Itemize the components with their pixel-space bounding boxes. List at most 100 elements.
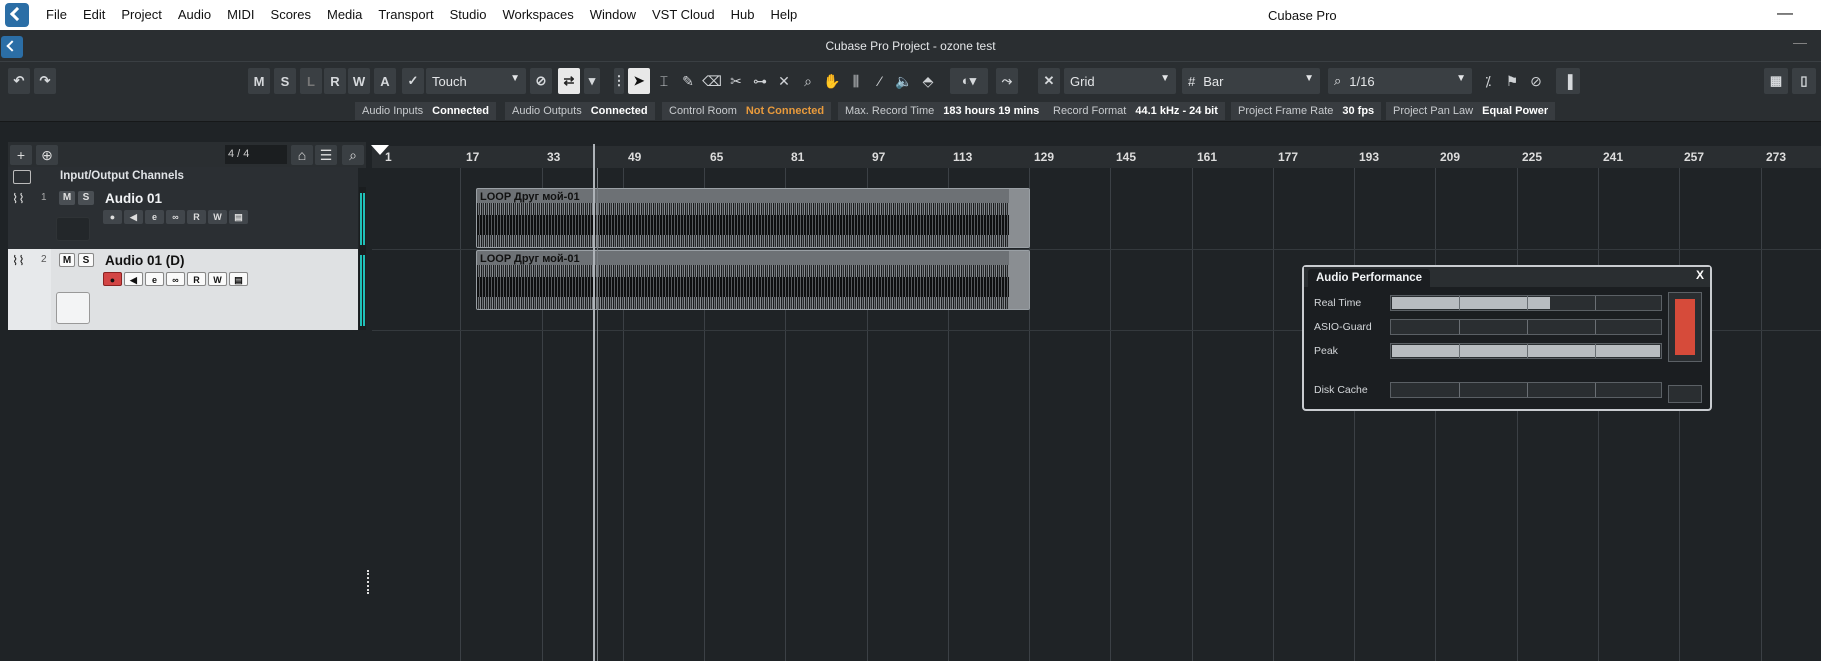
quantize-reset-icon[interactable]: ⊘ xyxy=(1526,71,1546,91)
menu-studio[interactable]: Studio xyxy=(442,7,495,22)
undo-icon[interactable]: ↶ xyxy=(8,68,30,94)
record-enable-button[interactable]: ● xyxy=(103,272,122,286)
automation-a-button[interactable]: A xyxy=(374,68,396,94)
lock-icon[interactable]: ∞ xyxy=(166,272,185,286)
suspend-icon[interactable]: ⊘ xyxy=(530,68,552,94)
erase-icon[interactable]: ⌫ xyxy=(702,71,722,91)
menu-project[interactable]: Project xyxy=(113,7,169,22)
snap-icon[interactable]: ✕ xyxy=(1038,68,1060,94)
project-arranger[interactable]: LOOP Друг мой-01 LOOP Друг мой-01 xyxy=(372,144,1821,661)
chevron-down-icon[interactable]: ▾ xyxy=(584,68,600,94)
lock-icon[interactable]: ∞ xyxy=(166,210,185,224)
mute-tool-icon[interactable]: ✕ xyxy=(774,71,794,91)
visibility-icon[interactable]: ⌂ xyxy=(291,145,313,165)
menu-edit[interactable]: Edit xyxy=(75,7,113,22)
edit-icon[interactable]: e xyxy=(145,210,164,224)
track-row[interactable]: ⌇⌇ 2 M S Audio 01 (D) ● ◀ e ∞ R W ▤ xyxy=(8,249,358,330)
menu-workspaces[interactable]: Workspaces xyxy=(494,7,581,22)
project-minimize-icon[interactable]: — xyxy=(1793,34,1807,50)
status-audio-inputs[interactable]: Audio Inputs Connected xyxy=(355,102,496,120)
read-button[interactable]: R xyxy=(187,210,206,224)
snap-type-select[interactable]: Grid ▼ xyxy=(1064,68,1176,94)
track-image[interactable] xyxy=(56,217,90,241)
disk-overload-indicator[interactable] xyxy=(1668,385,1702,403)
lanes-icon[interactable]: ▤ xyxy=(229,210,248,224)
track-name[interactable]: Audio 01 (D) xyxy=(105,253,185,268)
add-track-preset-icon[interactable]: ⊕ xyxy=(36,145,58,165)
track-row[interactable]: ⌇⌇ 1 M S Audio 01 ● ◀ e ∞ R W ▤ xyxy=(8,187,358,249)
minimize-icon[interactable]: — xyxy=(1777,5,1793,23)
splitter-handle[interactable] xyxy=(367,570,369,594)
menu-hub[interactable]: Hub xyxy=(723,7,763,22)
solo-button[interactable]: S xyxy=(78,191,94,205)
draw-icon[interactable]: ✎ xyxy=(678,71,698,91)
solo-all-button[interactable]: S xyxy=(274,68,296,94)
write-automation-button[interactable]: W xyxy=(348,68,370,94)
track-list-menu-icon[interactable]: ☰ xyxy=(315,145,337,165)
monitor-icon[interactable]: ◀ xyxy=(124,210,143,224)
automation-mode-select[interactable]: Touch ▼ xyxy=(426,68,526,94)
menu-audio[interactable]: Audio xyxy=(170,7,219,22)
menu-help[interactable]: Help xyxy=(763,7,806,22)
write-button[interactable]: W xyxy=(208,272,227,286)
audio-clip[interactable]: LOOP Друг мой-01 xyxy=(476,250,1030,310)
status-frame-rate[interactable]: Project Frame Rate 30 fps xyxy=(1231,102,1382,120)
hand-icon[interactable]: ✋ xyxy=(822,71,842,91)
lanes-icon[interactable]: ▤ xyxy=(229,272,248,286)
overload-indicator[interactable] xyxy=(1668,292,1702,362)
quantize-apply-icon[interactable]: ⚑ xyxy=(1502,71,1522,91)
status-record-format[interactable]: Record Format 44.1 kHz - 24 bit xyxy=(1046,102,1225,120)
mute-all-button[interactable]: M xyxy=(248,68,270,94)
quantize-select[interactable]: ⌕ 1/16 ▼ xyxy=(1328,68,1472,94)
object-selection-icon[interactable]: ➤ xyxy=(628,68,650,94)
menu-scores[interactable]: Scores xyxy=(263,7,319,22)
right-zone-icon[interactable]: ▯ xyxy=(1792,68,1816,94)
split-icon[interactable]: ✂ xyxy=(726,71,746,91)
track-name[interactable]: Audio 01 xyxy=(105,191,162,206)
menu-midi[interactable]: MIDI xyxy=(219,7,262,22)
status-control-room[interactable]: Control Room Not Connected xyxy=(662,102,832,120)
track-image[interactable] xyxy=(56,292,90,324)
monitor-icon[interactable]: ◀ xyxy=(124,272,143,286)
close-button[interactable]: X xyxy=(1696,268,1704,282)
io-channels-folder[interactable]: Input/Output Channels xyxy=(8,167,358,187)
glue-icon[interactable]: ⊶ xyxy=(750,71,770,91)
cubase-logo-icon[interactable] xyxy=(5,3,29,27)
color-tool-icon[interactable]: ⬘ xyxy=(918,71,938,91)
menu-media[interactable]: Media xyxy=(319,7,370,22)
project-cursor[interactable] xyxy=(593,144,595,661)
timeline-ruler[interactable]: 1 17 33 49 65 81 97 113 129 145 161 177 … xyxy=(372,146,1821,168)
cursor-mode-icon[interactable]: ◐▾ xyxy=(950,68,988,94)
layout-grid-icon[interactable]: ▦ xyxy=(1764,68,1788,94)
menu-transport[interactable]: Transport xyxy=(370,7,441,22)
mute-button[interactable]: M xyxy=(59,253,75,267)
listen-button[interactable]: L xyxy=(300,68,322,94)
menu-vst-cloud[interactable]: VST Cloud xyxy=(644,7,723,22)
line-icon[interactable]: ⁄ xyxy=(870,71,890,91)
play-tool-icon[interactable]: 🔈 xyxy=(894,71,914,91)
edit-icon[interactable]: e xyxy=(145,272,164,286)
zoom-icon[interactable]: ⌕ xyxy=(798,71,818,91)
read-automation-button[interactable]: R xyxy=(324,68,346,94)
menu-file[interactable]: File xyxy=(38,7,75,22)
start-marker-icon[interactable] xyxy=(371,145,389,155)
mute-button[interactable]: M xyxy=(59,191,75,205)
write-button[interactable]: W xyxy=(208,210,227,224)
constrain-icon[interactable]: ⇄ xyxy=(558,68,580,94)
solo-button[interactable]: S xyxy=(78,253,94,267)
comb-icon[interactable]: ⫼ xyxy=(846,71,866,91)
media-bay-icon[interactable]: ▐ xyxy=(1556,68,1580,94)
search-icon[interactable]: ⌕ xyxy=(342,145,364,165)
add-track-icon[interactable]: + xyxy=(10,145,32,165)
signature-field[interactable]: 4 / 4 xyxy=(225,145,287,164)
status-max-record-time[interactable]: Max. Record Time 183 hours 19 mins xyxy=(838,102,1047,120)
grid-type-select[interactable]: # Bar ▼ xyxy=(1182,68,1320,94)
redo-icon[interactable]: ↷ xyxy=(34,68,56,94)
status-audio-outputs[interactable]: Audio Outputs Connected xyxy=(505,102,655,120)
audio-clip[interactable]: LOOP Друг мой-01 xyxy=(476,188,1030,248)
record-enable-button[interactable]: ● xyxy=(103,210,122,224)
read-button[interactable]: R xyxy=(187,272,206,286)
menu-window[interactable]: Window xyxy=(582,7,644,22)
range-selection-icon[interactable]: ⌶ xyxy=(654,71,674,91)
iterative-quantize-icon[interactable]: ⁒ xyxy=(1478,71,1498,91)
